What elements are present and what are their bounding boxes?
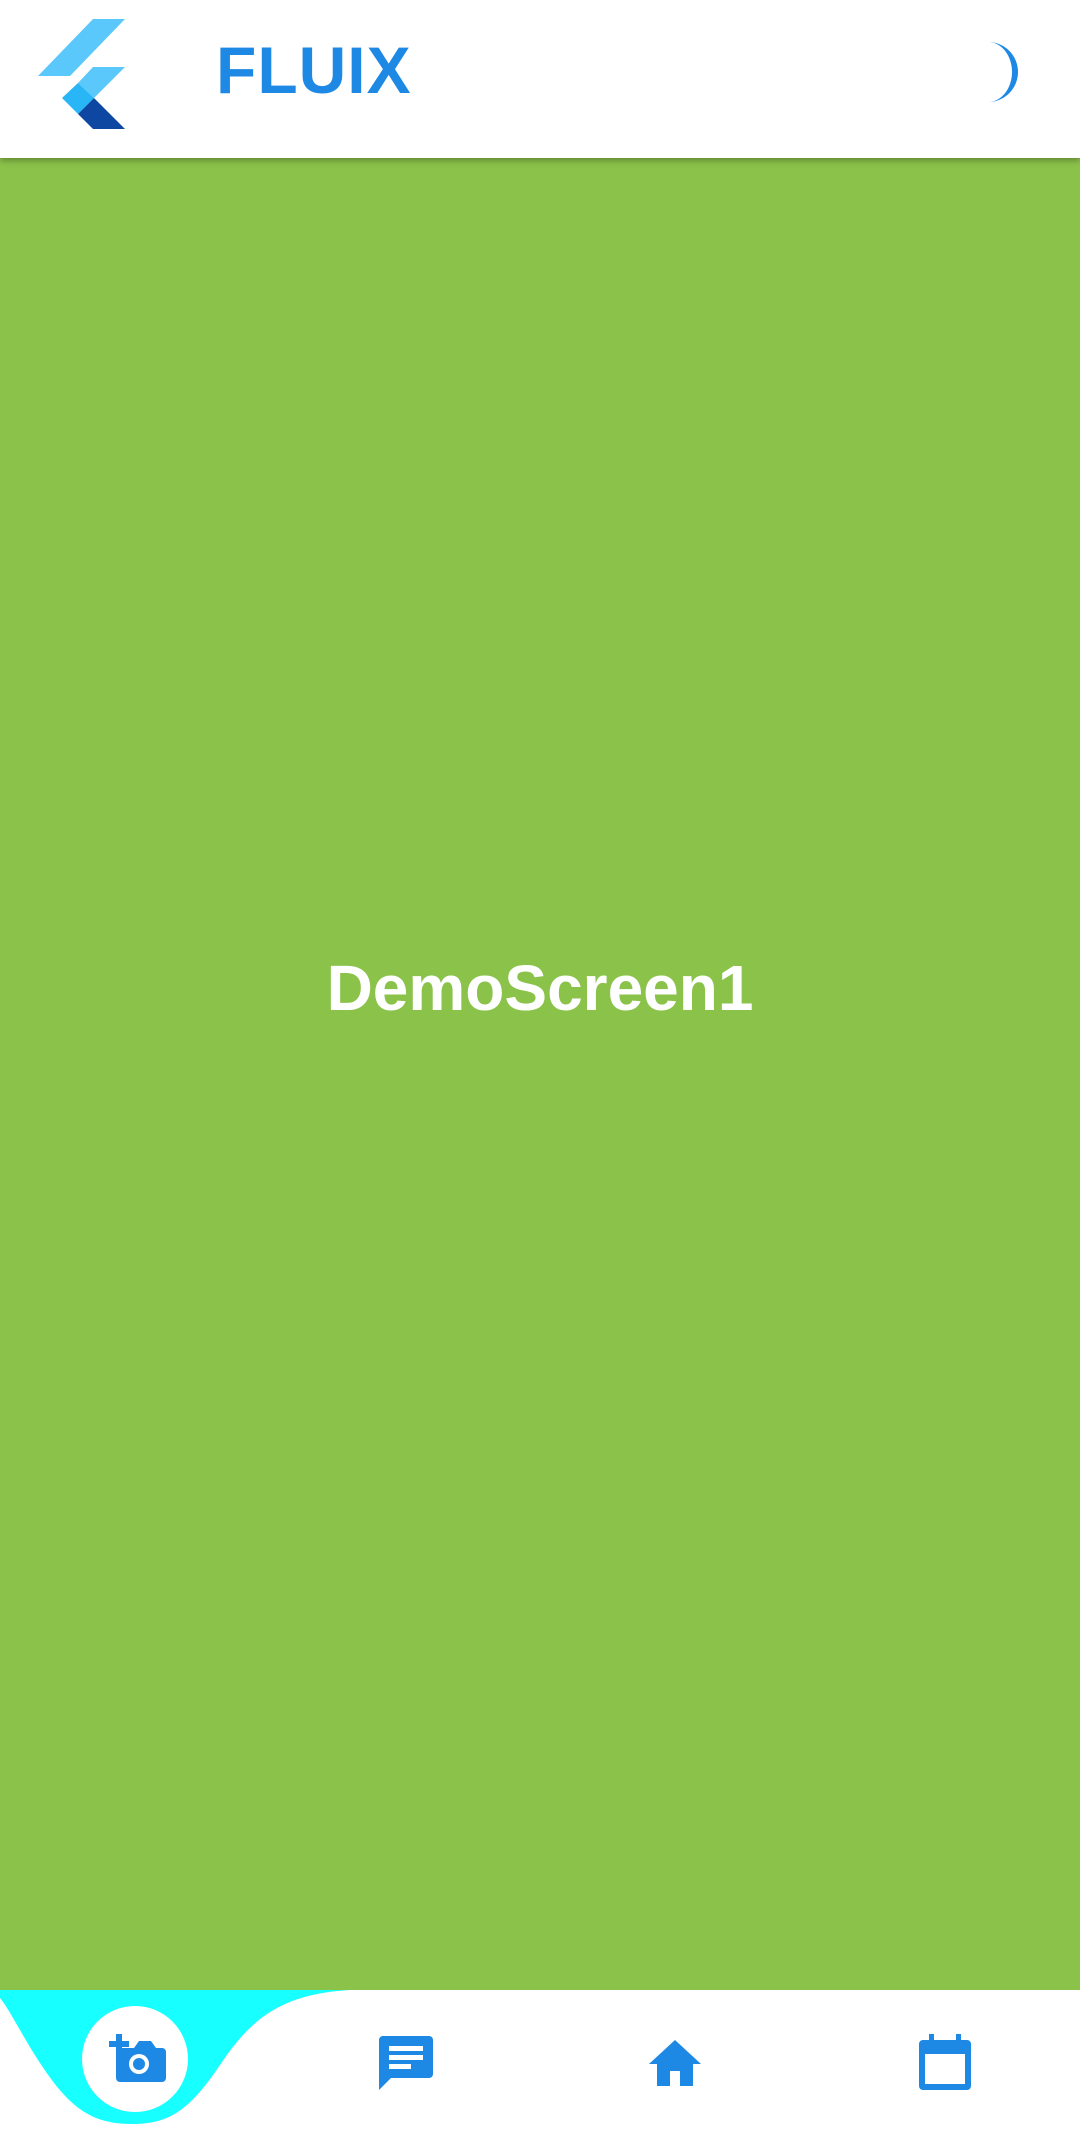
main-content: DemoScreen1 [0,158,1080,1990]
home-icon[interactable] [645,2032,705,2092]
nav-item-add-camera[interactable] [82,2006,188,2112]
screen-label: DemoScreen1 [326,952,754,1024]
message-icon[interactable] [375,2032,435,2092]
app-title: FLUIX [216,33,412,107]
calendar-icon[interactable] [915,2032,975,2092]
add-camera-icon [109,2034,166,2082]
flutter-logo-icon [38,19,125,129]
app-bar: FLUIX [0,0,1080,158]
moon-icon[interactable] [980,38,1036,106]
